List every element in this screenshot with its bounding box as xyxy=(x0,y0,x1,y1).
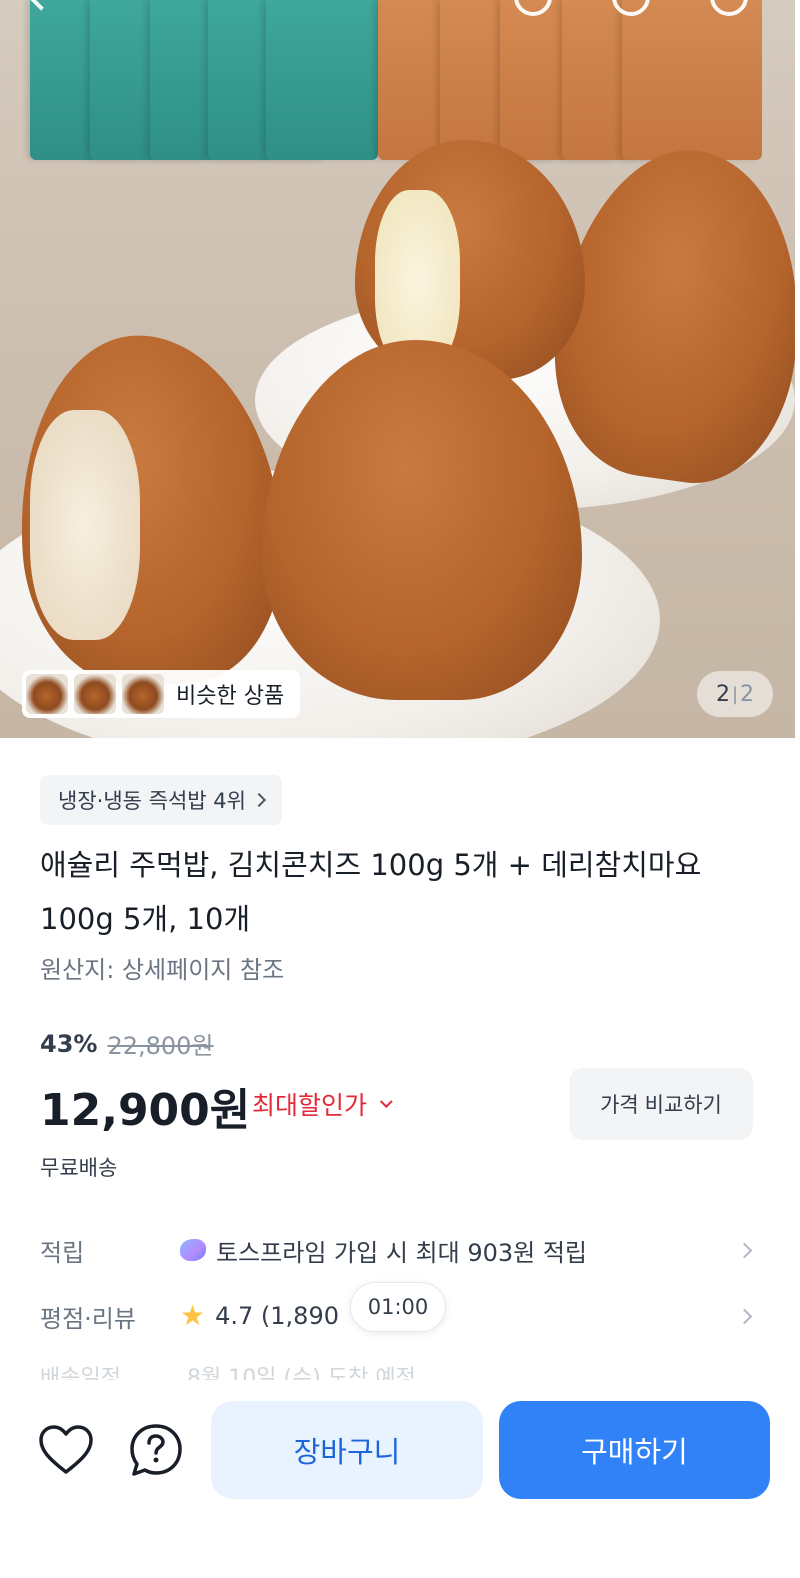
chevron-right-icon xyxy=(251,792,267,808)
question-bubble-icon xyxy=(130,1424,182,1476)
inquiry-button[interactable] xyxy=(128,1422,184,1478)
add-to-cart-button[interactable]: 장바구니 xyxy=(211,1401,483,1499)
rating-value-wrap: ★ 4.7 (1,890 xyxy=(180,1299,760,1332)
sale-price: 12,900원 xyxy=(40,1085,251,1136)
original-price: 22,800원 xyxy=(107,1032,214,1060)
max-discount-label: 최대할인가 xyxy=(252,1091,368,1120)
product-detail-page: 비슷한 상품 2 | 2 냉장·냉동 즉석밥 4위 애슐리 주먹밥, 김치콘치즈… xyxy=(0,0,800,1578)
image-counter: 2 | 2 xyxy=(697,671,773,717)
chevron-down-icon xyxy=(379,1094,393,1108)
discount-rate: 43% xyxy=(40,1029,98,1058)
product-image-carousel[interactable]: 비슷한 상품 2 | 2 xyxy=(0,0,795,738)
similar-product-thumbnail xyxy=(122,674,164,714)
points-label: 적립 xyxy=(40,1238,85,1267)
star-icon: ★ xyxy=(180,1299,206,1332)
wishlist-button[interactable] xyxy=(38,1424,94,1476)
rating-label: 평점·리뷰 xyxy=(40,1304,136,1333)
similar-product-thumbnail xyxy=(74,674,116,714)
points-value-wrap: 토스프라임 가입 시 최대 903원 적립 xyxy=(180,1233,760,1268)
product-origin: 원산지: 상세페이지 참조 xyxy=(40,956,285,984)
image-counter-current: 2 xyxy=(715,681,730,707)
points-row[interactable]: 적립 토스프라임 가입 시 최대 903원 적립 xyxy=(40,1228,760,1272)
package-image xyxy=(266,0,378,160)
category-rank-chip[interactable]: 냉장·냉동 즉석밥 4위 xyxy=(40,775,282,825)
similar-products-label: 비슷한 상품 xyxy=(176,684,285,709)
discount-row: 43% 22,800원 xyxy=(40,1026,214,1061)
image-counter-total: 2 xyxy=(740,681,755,707)
rating-value: 4.7 (1,890 xyxy=(215,1302,339,1330)
similar-products-button[interactable]: 비슷한 상품 xyxy=(22,670,301,718)
toss-prime-icon xyxy=(180,1239,206,1261)
category-rank-label: 냉장·냉동 즉석밥 4위 xyxy=(58,789,246,813)
package-image xyxy=(622,0,762,160)
similar-product-thumbnail xyxy=(26,674,68,714)
compare-price-button[interactable]: 가격 비교하기 xyxy=(569,1068,753,1140)
rice-ball-filling xyxy=(30,410,140,640)
heart-icon xyxy=(39,1425,93,1474)
shipping-info: 무료배송 xyxy=(40,1156,118,1180)
points-value: 토스프라임 가입 시 최대 903원 적립 xyxy=(216,1238,587,1267)
timer-badge: 01:00 xyxy=(350,1282,446,1332)
buy-now-button[interactable]: 구매하기 xyxy=(499,1401,770,1499)
image-counter-separator: | xyxy=(731,683,739,705)
max-discount-dropdown[interactable]: 최대할인가 xyxy=(252,1086,393,1122)
product-title: 애슐리 주먹밥, 김치콘치즈 100g 5개 + 데리참치마요 100g 5개,… xyxy=(40,848,702,936)
